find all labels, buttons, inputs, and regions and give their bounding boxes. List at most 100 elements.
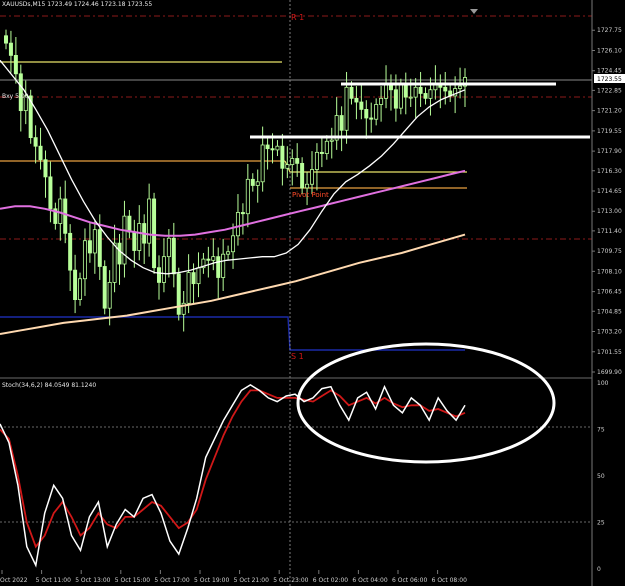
time-tick-label: 5 Oct 19:00: [194, 577, 229, 584]
price-tick-label: 1714.65: [597, 188, 622, 195]
candle-body: [147, 198, 152, 244]
candle-body: [250, 178, 255, 186]
candle-body: [33, 137, 38, 147]
candle-body: [428, 89, 433, 99]
time-tick-label: 5 Oct 11:00: [36, 577, 71, 584]
candle-body: [137, 223, 142, 251]
candle-body: [260, 144, 265, 183]
chart-canvas: R 1 S 1 Pivot Point Bxy 5.00 XAUUSDs,M15…: [0, 0, 625, 586]
stoch-tick-label: 100: [597, 380, 609, 387]
candle-body: [87, 240, 92, 254]
candle-body: [117, 242, 122, 265]
candle-body: [359, 101, 364, 110]
s1-label: S 1: [291, 352, 304, 361]
chart-background: [0, 0, 625, 586]
price-tick-label: 1706.45: [597, 289, 622, 296]
time-tick-label: 5 Oct 15:00: [115, 577, 150, 584]
candle-body: [73, 269, 78, 300]
candle-body: [92, 229, 97, 254]
candle-body: [423, 93, 428, 99]
candle-body: [58, 198, 63, 224]
candle-body: [156, 267, 161, 283]
price-tick-label: 1709.75: [597, 248, 622, 255]
price-tick-label: 1724.45: [597, 68, 622, 75]
candle-body: [171, 237, 176, 275]
candle-body: [245, 178, 250, 215]
candle-body: [235, 212, 240, 237]
candle-body: [4, 35, 9, 44]
candle-body: [305, 183, 310, 189]
time-tick-label: 6 Oct 04:00: [352, 577, 387, 584]
candle-body: [349, 86, 354, 99]
candle-body: [161, 256, 166, 283]
price-tick-label: 1713.00: [597, 208, 622, 215]
candle-body: [403, 84, 408, 98]
candle-body: [379, 97, 384, 105]
candle-body: [413, 86, 418, 98]
time-tick-label: 5 Oct 23:00: [273, 577, 308, 584]
candle-body: [82, 240, 87, 280]
time-tick-label: 5 Oct 17:00: [154, 577, 189, 584]
candle-body: [324, 140, 329, 154]
candle-body: [107, 282, 112, 309]
candle-body: [102, 266, 107, 309]
candle-body: [191, 272, 196, 285]
price-tick-label: 1721.20: [597, 108, 622, 115]
info-label: Bxy 5.00: [2, 93, 29, 100]
time-tick-label: 5 Oct 21:00: [234, 577, 269, 584]
candle-body: [393, 89, 398, 109]
pivot-point-label: Pivot Point: [292, 191, 329, 199]
candle-body: [364, 108, 369, 119]
candle-body: [152, 198, 157, 269]
candle-body: [344, 86, 349, 131]
stoch-header: Stoch(34,6,2) 84.0549 81.1240: [2, 382, 96, 389]
candle-body: [408, 96, 413, 99]
candle-body: [231, 235, 236, 253]
candle-body: [132, 231, 137, 251]
candle-body: [339, 115, 344, 131]
candle-body: [265, 144, 270, 150]
symbol-header: XAUUSDs,M15 1723.49 1724.46 1723.18 1723…: [2, 1, 152, 8]
stoch-tick-label: 75: [597, 427, 605, 434]
candle-body: [374, 104, 379, 120]
price-tick-label: 1717.90: [597, 148, 622, 155]
price-tick-label: 1716.30: [597, 168, 622, 175]
candle-body: [206, 258, 211, 261]
candle-body: [226, 251, 231, 255]
time-tick-label: 6 Oct 02:00: [313, 577, 348, 584]
candle-body: [240, 212, 245, 215]
candle-body: [127, 215, 132, 233]
candle-body: [68, 232, 73, 271]
candle-body: [196, 267, 201, 285]
time-tick-label: 6 Oct 08:00: [432, 577, 467, 584]
candle-body: [255, 181, 260, 186]
stoch-tick-label: 50: [597, 473, 605, 480]
candle-body: [13, 55, 18, 75]
r1-label: R 1: [291, 13, 304, 22]
price-tick-label: 1704.85: [597, 308, 622, 315]
price-tick-label: 1708.10: [597, 268, 622, 275]
candle-body: [319, 151, 324, 154]
candle-body: [270, 148, 275, 151]
price-tick-label: 1726.10: [597, 47, 622, 54]
candle-body: [398, 84, 403, 109]
price-tick-label: 1727.75: [597, 27, 622, 34]
candle-body: [176, 273, 181, 315]
candle-body: [418, 86, 423, 94]
price-tick-label: 1701.55: [597, 349, 622, 356]
candle-body: [8, 42, 13, 56]
time-tick-label: 5 Oct 13:00: [75, 577, 110, 584]
time-tick-label: 6 Oct 06:00: [392, 577, 427, 584]
candle-body: [78, 278, 83, 301]
candle-body: [329, 139, 334, 142]
price-tick-label: 1722.85: [597, 87, 622, 94]
candle-body: [443, 86, 448, 92]
candle-body: [186, 272, 191, 304]
candle-body: [211, 256, 216, 261]
candle-body: [295, 158, 300, 164]
candle-body: [458, 85, 463, 89]
candle-body: [97, 229, 102, 267]
candle-body: [43, 159, 48, 178]
candle-body: [221, 253, 226, 278]
price-tick-label: 1703.20: [597, 329, 622, 336]
